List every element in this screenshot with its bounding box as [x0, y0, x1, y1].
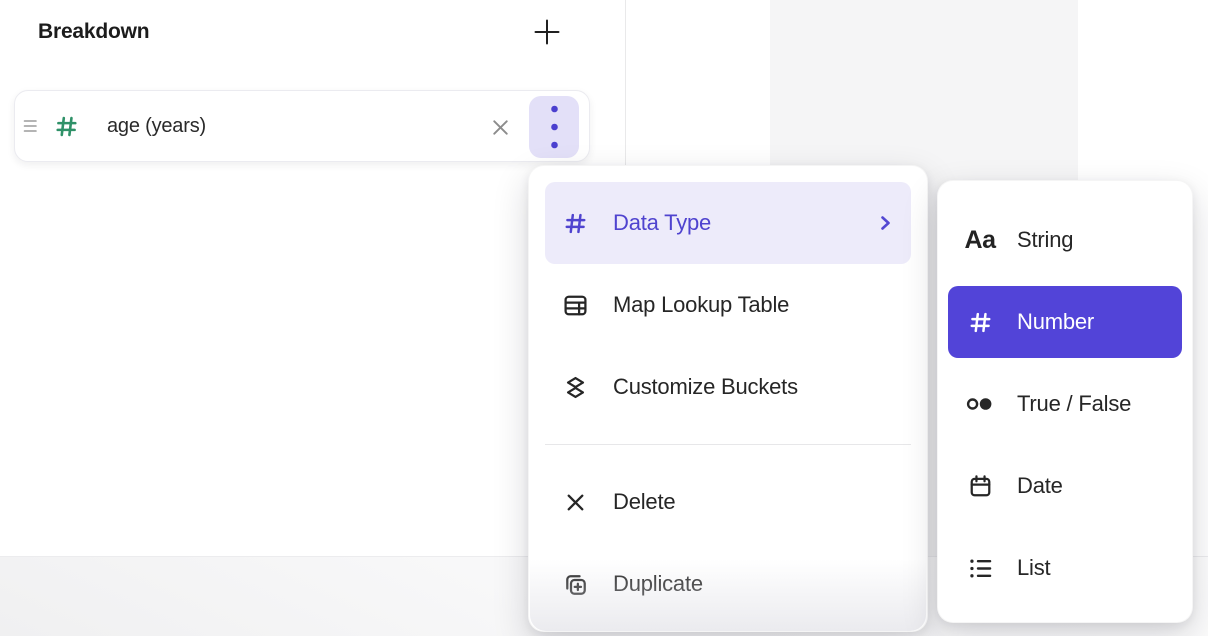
submenu-item-list[interactable]: List — [948, 527, 1182, 609]
number-hash-icon — [53, 113, 80, 140]
kebab-menu-button[interactable] — [529, 96, 579, 158]
kebab-menu-icon — [550, 104, 559, 150]
boolean-circles-icon — [964, 389, 996, 419]
submenu-item-true-false[interactable]: True / False — [948, 363, 1182, 445]
drag-handle-icon[interactable] — [23, 117, 38, 135]
layers-icon — [561, 373, 589, 401]
list-icon — [964, 553, 996, 583]
table-icon — [561, 291, 589, 319]
hash-icon — [964, 307, 996, 337]
menu-item-data-type[interactable]: Data Type — [545, 182, 911, 264]
submenu-item-label: List — [1017, 555, 1050, 581]
submenu-item-label: True / False — [1017, 391, 1131, 417]
field-context-menu: Data Type Map Lookup Table Customize Buc… — [528, 165, 928, 632]
menu-item-duplicate[interactable]: Duplicate — [545, 543, 911, 625]
page-title: Breakdown — [38, 18, 149, 46]
menu-item-label: Duplicate — [613, 571, 703, 597]
duplicate-icon — [561, 570, 589, 598]
menu-item-label: Map Lookup Table — [613, 292, 789, 318]
x-icon — [561, 488, 589, 516]
submenu-item-label: String — [1017, 227, 1073, 253]
menu-item-label: Customize Buckets — [613, 374, 798, 400]
menu-item-label: Data Type — [613, 210, 711, 236]
menu-divider — [545, 444, 911, 445]
breakdown-field-chip[interactable]: age (years) — [14, 90, 590, 162]
menu-item-customize-buckets[interactable]: Customize Buckets — [545, 346, 911, 428]
chevron-right-icon — [875, 213, 895, 233]
menu-item-label: Delete — [613, 489, 675, 515]
submenu-item-string[interactable]: Aa String — [948, 199, 1182, 281]
submenu-item-label: Date — [1017, 473, 1063, 499]
field-chip-label: age (years) — [107, 115, 206, 138]
string-Aa-icon: Aa — [964, 225, 996, 255]
calendar-icon — [964, 471, 996, 501]
add-breakdown-button[interactable] — [531, 16, 563, 48]
close-icon[interactable] — [480, 107, 520, 147]
submenu-item-number[interactable]: Number — [948, 286, 1182, 358]
hash-icon — [561, 209, 589, 237]
plus-icon — [532, 17, 562, 47]
menu-item-map-lookup-table[interactable]: Map Lookup Table — [545, 264, 911, 346]
data-type-submenu: Aa String Number True / False Date — [937, 180, 1193, 623]
submenu-item-label: Number — [1017, 309, 1094, 335]
menu-item-delete[interactable]: Delete — [545, 461, 911, 543]
submenu-item-date[interactable]: Date — [948, 445, 1182, 527]
